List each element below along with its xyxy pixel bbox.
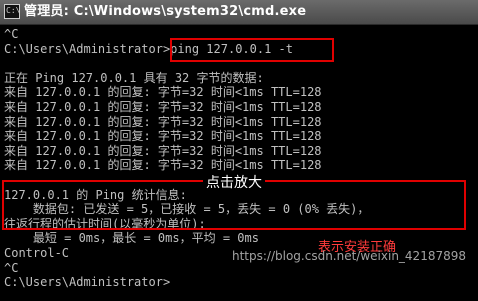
console-stats-rtt: 最短 = 0ms，最长 = 0ms，平均 = 0ms <box>4 231 259 246</box>
console-prompt: C:\Users\Administrator> <box>4 275 171 290</box>
console-reply-line: 来自 127.0.0.1 的回复: 字节=32 时间<1ms TTL=128 <box>4 85 322 100</box>
console-reply-line: 来自 127.0.0.1 的回复: 字节=32 时间<1ms TTL=128 <box>4 158 322 173</box>
console-reply-line: 来自 127.0.0.1 的回复: 字节=32 时间<1ms TTL=128 <box>4 129 322 144</box>
watermark-url: https://blog.csdn.net/weixin_42187898 <box>231 249 466 263</box>
console-line: ^C <box>4 27 19 41</box>
console-prompt-command: C:\Users\Administrator>ping 127.0.0.1 -t <box>4 41 293 56</box>
console-line: 正在 Ping 127.0.0.1 具有 32 字节的数据: <box>4 70 264 85</box>
console-reply-line: 来自 127.0.0.1 的回复: 字节=32 时间<1ms TTL=128 <box>4 114 322 129</box>
console-stats-packets: 数据包: 已发送 = 5，已接收 = 5，丢失 = 0 (0% 丢失)， <box>4 202 370 217</box>
console-reply-line: 来自 127.0.0.1 的回复: 字节=32 时间<1ms TTL=128 <box>4 99 322 114</box>
window-title: 管理员: C:\Windows\system32\cmd.exe <box>24 4 307 19</box>
console-reply-line: 来自 127.0.0.1 的回复: 字节=32 时间<1ms TTL=128 <box>4 143 322 158</box>
zoom-hint-label: 点击放大 <box>203 172 265 192</box>
console-stats-rtt-header: 往返行程的估计时间(以毫秒为单位): <box>4 216 206 231</box>
window-titlebar[interactable]: 管理员: C:\Windows\system32\cmd.exe <box>0 0 478 25</box>
cmd-icon <box>4 0 20 23</box>
